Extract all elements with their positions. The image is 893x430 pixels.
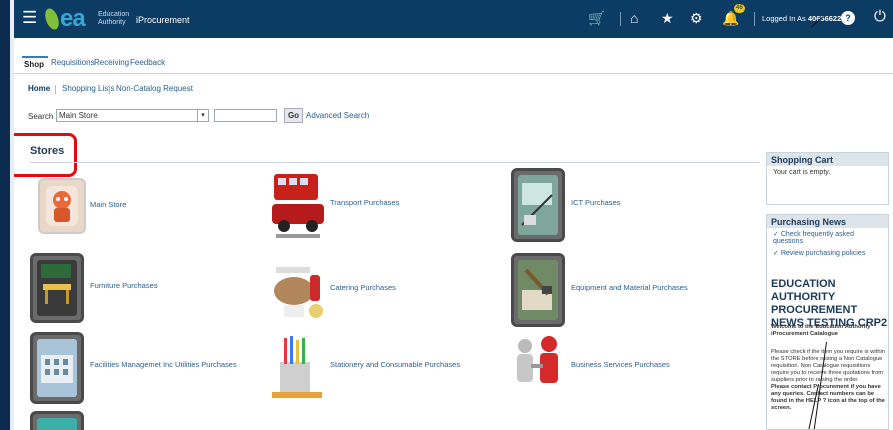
stores-divider (30, 162, 760, 163)
store-label[interactable]: Main Store (90, 200, 126, 209)
shopping-cart-title: Shopping Cart (767, 153, 888, 166)
home-icon[interactable]: ⌂ (630, 10, 638, 26)
top-header: ☰ ea Education Authority iProcurement 🛒 … (14, 0, 893, 38)
sub-tabs: Home Shopping Lists Non-Catalog Request (14, 78, 893, 96)
store-label[interactable]: Stationery and Consumable Purchases (330, 360, 460, 369)
news-welcome: Welcome to the Education Authority iProc… (771, 324, 871, 337)
logo-text: ea (60, 5, 86, 32)
store-label[interactable]: ICT Purchases (571, 198, 620, 207)
logged-in-label: Logged In As 40656622 (762, 14, 841, 23)
furniture-image (37, 260, 77, 316)
go-button[interactable]: Go (284, 108, 303, 123)
facilities-icon[interactable] (30, 332, 84, 404)
store-label[interactable]: Catering Purchases (330, 283, 396, 292)
tab-shop[interactable]: Shop (22, 56, 48, 69)
header-separator (620, 12, 621, 26)
help-icon[interactable]: ? (841, 11, 855, 25)
shopping-cart-panel: Shopping Cart Your cart is empty. (766, 152, 889, 205)
settings-gear-icon[interactable]: ⚙ (690, 10, 703, 26)
logged-in-prefix: Logged In As (762, 14, 806, 23)
main-store-icon[interactable] (38, 178, 86, 234)
store-label[interactable]: Facilities Managemet Inc Utilities Purch… (90, 360, 237, 369)
business-services-icon[interactable] (511, 332, 565, 402)
store-partial-icon[interactable] (30, 411, 84, 430)
logo-subtitle: Education Authority (98, 11, 129, 27)
tab-receiving[interactable]: Receiving (94, 58, 129, 67)
app-name: iProcurement (136, 15, 190, 25)
news-headline: EDUCATION AUTHORITY PROCUREMENT NEWS TES… (771, 278, 888, 329)
news-link-faq-label[interactable]: Check frequently asked questions (773, 231, 854, 245)
equipment-icon[interactable] (511, 253, 565, 327)
ict-image (518, 175, 558, 235)
leaf-icon (42, 6, 62, 32)
cart-empty-text: Your cart is empty. (773, 169, 831, 176)
store-select[interactable]: Main Store ▾ (56, 109, 209, 122)
favorites-star-icon[interactable]: ★ (661, 10, 674, 26)
store-select-value: Main Store (59, 111, 98, 120)
news-link-policies[interactable]: ✓ Review purchasing policies (767, 247, 888, 259)
store-label[interactable]: Equipment and Material Purchases (571, 283, 688, 292)
logo-sub-line-1: Education (98, 11, 130, 18)
search-label: Search (28, 112, 54, 121)
logout-power-icon[interactable]: ⏻ (874, 8, 886, 25)
transport-icon[interactable] (270, 168, 328, 242)
notification-count-badge: 46 (734, 4, 745, 13)
subtab-separator (55, 85, 56, 94)
search-input[interactable] (214, 109, 277, 122)
subtab-non-catalog-request[interactable]: Non-Catalog Request (116, 84, 193, 93)
news-link-policies-label[interactable]: Review purchasing policies (781, 250, 865, 257)
education-authority-logo[interactable]: ea Education Authority iProcurement (42, 5, 190, 33)
subtab-shopping-lists[interactable]: Shopping Lists (62, 84, 114, 93)
catering-icon[interactable] (270, 253, 328, 325)
purchasing-news-title: Purchasing News (767, 215, 888, 228)
stationery-icon[interactable] (270, 332, 328, 402)
store-label[interactable]: Furniture Purchases (90, 281, 158, 290)
tab-feedback[interactable]: Feedback (130, 58, 165, 67)
menu-icon[interactable]: ☰ (22, 9, 37, 27)
news-paragraph-2: Please contact Procurement if you have a… (771, 384, 885, 411)
header-separator (754, 12, 755, 26)
left-window-edge (0, 0, 10, 430)
news-paragraph-1: Please check if the item you require is … (771, 349, 886, 383)
store-label[interactable]: Transport Purchases (330, 198, 399, 207)
logo-sub-line-2: Authority (98, 19, 126, 26)
equipment-image (518, 260, 558, 320)
chevron-down-icon[interactable]: ▾ (197, 110, 208, 121)
news-link-faq[interactable]: ✓ Check frequently asked questions (767, 228, 888, 247)
subtab-home[interactable]: Home (28, 84, 50, 93)
furniture-icon[interactable] (30, 253, 84, 323)
store-partial-image (37, 418, 77, 430)
cart-icon[interactable]: 🛒 (588, 10, 605, 26)
tab-requisitions[interactable]: Requisitions (51, 58, 95, 67)
advanced-search-link[interactable]: Advanced Search (306, 111, 369, 120)
facilities-image (37, 339, 77, 397)
main-tabs: Shop Requisitions Receiving Feedback (14, 52, 893, 74)
search-row: Search Main Store ▾ Go Advanced Search (14, 108, 614, 124)
username: 40656622 (807, 14, 842, 23)
store-label[interactable]: Business Services Purchases (571, 360, 670, 369)
subtab-separator (109, 85, 110, 94)
left-window-border (10, 0, 14, 430)
ict-icon[interactable] (511, 168, 565, 242)
